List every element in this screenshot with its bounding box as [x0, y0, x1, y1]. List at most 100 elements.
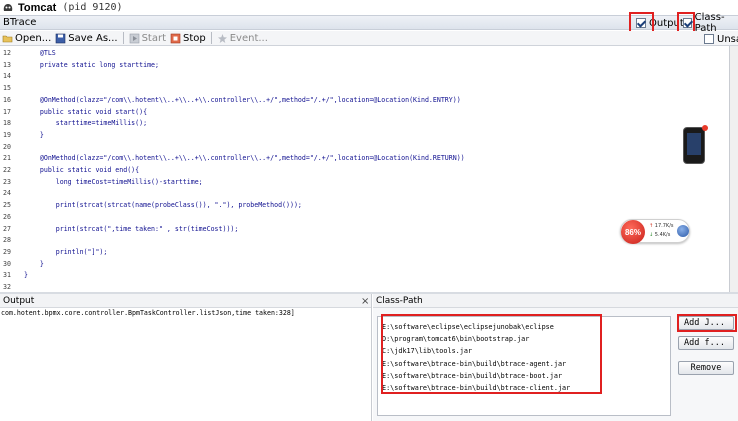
code-text: private static long starttime; — [24, 60, 159, 69]
line-number: 13 — [3, 60, 11, 69]
add-folder-button[interactable]: Add f... — [678, 336, 734, 350]
code-line[interactable]: 26 — [0, 211, 729, 223]
code-line[interactable]: 31} — [0, 269, 729, 281]
output-panel-title: Output — [3, 295, 35, 306]
line-number: 15 — [3, 84, 11, 93]
unsafe-checkbox-label: Unsaf — [717, 33, 738, 45]
code-line[interactable]: 15 — [0, 82, 729, 94]
line-number: 18 — [3, 119, 11, 128]
classpath-checkbox-highlight — [677, 12, 695, 33]
code-line[interactable]: 13 private static long starttime; — [0, 59, 729, 71]
gauge-percent: 86% — [621, 220, 645, 244]
phone-widget[interactable] — [683, 125, 708, 164]
btrace-panel-header: BTrace Output Class-Path — [0, 12, 738, 34]
code-text: starttime=timeMillis(); — [24, 119, 148, 128]
code-line[interactable]: 18 starttime=timeMillis(); — [0, 117, 729, 129]
line-number: 25 — [3, 201, 11, 210]
unsafe-checkbox[interactable]: Unsaf — [704, 32, 738, 46]
phone-screen — [687, 133, 701, 155]
code-line[interactable]: 30 } — [0, 258, 729, 270]
unsafe-check-icon[interactable] — [704, 34, 714, 44]
line-number: 14 — [3, 72, 11, 81]
code-line[interactable]: 20 — [0, 141, 729, 153]
notification-dot — [702, 125, 708, 131]
save-as-button[interactable]: Save As... — [53, 32, 119, 45]
folder-open-icon — [2, 35, 13, 42]
code-line[interactable]: 16 @OnMethod(clazz="/com\\.hotent\\..+\\… — [0, 94, 729, 106]
upload-speed: ↑ 17.7K/s — [649, 223, 674, 229]
code-text: print(strcat(strcat(name(probeClass()), … — [24, 201, 302, 210]
code-line[interactable]: 21 @OnMethod(clazz="/com\\.hotent\\..+\\… — [0, 152, 729, 164]
code-text: } — [24, 271, 28, 280]
start-button[interactable]: Start — [127, 32, 168, 45]
code-line[interactable]: 29 println("]"); — [0, 246, 729, 258]
code-line[interactable]: 24 — [0, 187, 729, 199]
code-text: } — [24, 259, 44, 268]
window-title: Tomcat — [18, 1, 57, 14]
gauge-globe-icon — [677, 225, 689, 237]
code-line[interactable]: 22 public static void end(){ — [0, 164, 729, 176]
floppy-disk-icon — [55, 33, 66, 43]
code-text: public static void end(){ — [24, 166, 140, 174]
line-number: 27 — [3, 224, 11, 233]
event-button[interactable]: Event... — [215, 32, 270, 45]
script-editor[interactable]: 12 @TLS 13 private static long starttime;… — [0, 46, 730, 292]
close-icon[interactable]: × — [361, 296, 369, 307]
line-number: 21 — [3, 154, 11, 163]
code-line[interactable]: 23 long timeCost=timeMillis()-starttime; — [0, 176, 729, 188]
line-number: 22 — [3, 166, 11, 174]
add-jar-highlight — [677, 314, 737, 332]
code-line[interactable]: 12 @TLS — [0, 47, 729, 59]
code-line[interactable]: 17 public static void start(){ — [0, 106, 729, 118]
output-panel-header: Output — [0, 294, 371, 308]
arrow-down-icon: ↓ — [649, 232, 654, 238]
window-title-bar: Tomcat (pid 9120) — [0, 0, 738, 15]
toolbar-separator — [122, 32, 124, 44]
output-text: com.hotent.bpmx.core.controller.BpmTaskC… — [1, 309, 295, 317]
code-text: @OnMethod(clazz="/com\\.hotent\\..+\\..+… — [24, 154, 465, 163]
code-text: long timeCost=timeMillis()-starttime; — [24, 177, 203, 186]
classpath-panel-title: Class-Path — [376, 295, 423, 306]
code-text: @TLS — [24, 49, 56, 57]
stop-icon — [170, 33, 181, 43]
code-text: print(strcat(",time taken:" , str(timeCo… — [24, 224, 239, 233]
window-pid: (pid 9120) — [62, 2, 123, 13]
code-text: println("]"); — [24, 247, 108, 256]
btrace-panel-label: BTrace — [3, 17, 37, 28]
line-number: 26 — [3, 212, 11, 221]
code-line[interactable]: 32 — [0, 281, 729, 292]
output-panel: Output × com.hotent.bpmx.core.controller… — [0, 294, 372, 421]
classpath-list-highlight — [381, 314, 602, 394]
line-number: 30 — [3, 259, 11, 268]
line-number: 28 — [3, 236, 11, 245]
line-number: 29 — [3, 247, 11, 256]
editor-scrollbar[interactable] — [730, 46, 738, 292]
line-number: 31 — [3, 271, 11, 280]
code-line[interactable]: 25 print(strcat(strcat(name(probeClass()… — [0, 199, 729, 211]
code-line[interactable]: 19 } — [0, 129, 729, 141]
code-line[interactable]: 14 — [0, 70, 729, 82]
line-number: 19 — [3, 130, 11, 139]
network-speed-gauge[interactable]: 86% ↑ 17.7K/s ↓ 5.4K/s — [620, 219, 690, 244]
download-speed: ↓ 5.4K/s — [649, 232, 671, 238]
tomcat-icon — [3, 3, 13, 11]
line-number: 23 — [3, 177, 11, 186]
editor-toolbar: Open... Save As... Start Stop Event... U… — [0, 31, 738, 46]
open-button[interactable]: Open... — [0, 32, 53, 45]
code-text: @OnMethod(clazz="/com\\.hotent\\..+\\..+… — [24, 95, 461, 104]
output-checkbox-highlight — [629, 12, 654, 33]
line-number: 24 — [3, 189, 11, 198]
line-number: 32 — [3, 283, 11, 291]
arrow-up-icon: ↑ — [649, 223, 654, 229]
remove-button[interactable]: Remove — [678, 361, 734, 375]
event-icon — [217, 33, 227, 43]
code-text: public static void start(){ — [24, 107, 148, 116]
classpath-panel-header: Class-Path — [373, 294, 738, 308]
start-icon — [129, 33, 139, 43]
line-number: 20 — [3, 142, 11, 151]
line-number: 12 — [3, 49, 11, 57]
line-number: 17 — [3, 107, 11, 116]
line-number: 16 — [3, 95, 11, 104]
stop-button[interactable]: Stop — [168, 32, 208, 45]
classpath-panel: Class-Path E:\software\eclipse\eclipseju… — [373, 294, 738, 421]
